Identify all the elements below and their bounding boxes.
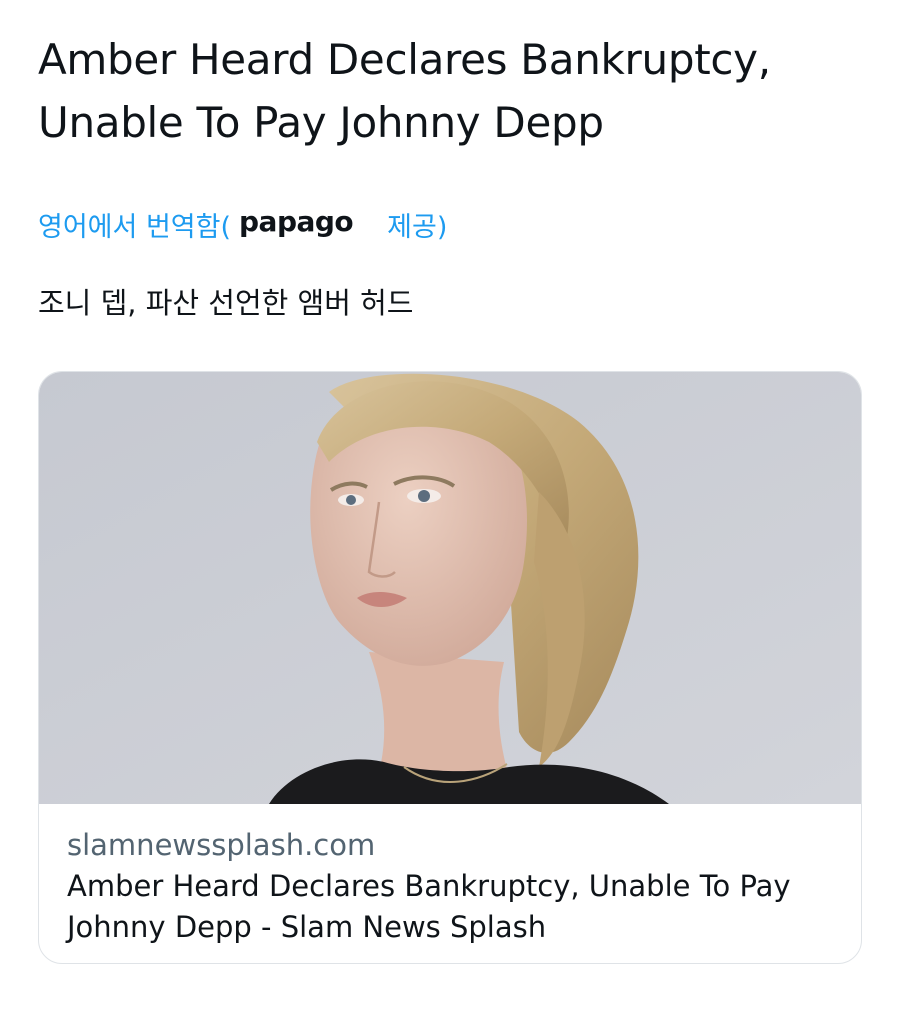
card-domain[interactable]: slamnewssplash.com xyxy=(67,826,833,864)
card-info: slamnewssplash.com Amber Heard Declares … xyxy=(67,826,833,948)
translated-from-label[interactable]: 영어에서 번역함( xyxy=(38,205,231,244)
translation-attribution: 영어에서 번역함( papago 제공) xyxy=(38,204,447,244)
papago-logo: papago xyxy=(239,204,354,238)
tweet-text: Amber Heard Declares Bankruptcy, Unable … xyxy=(38,35,771,147)
translated-text: 조니 뎁, 파산 선언한 앰버 허드 xyxy=(38,286,414,320)
card-image[interactable] xyxy=(39,372,862,804)
translation-provider-suffix[interactable]: 제공) xyxy=(387,205,447,244)
card-title[interactable]: Amber Heard Declares Bankruptcy, Unable … xyxy=(67,866,833,948)
link-preview-card[interactable]: slamnewssplash.com Amber Heard Declares … xyxy=(38,371,862,964)
